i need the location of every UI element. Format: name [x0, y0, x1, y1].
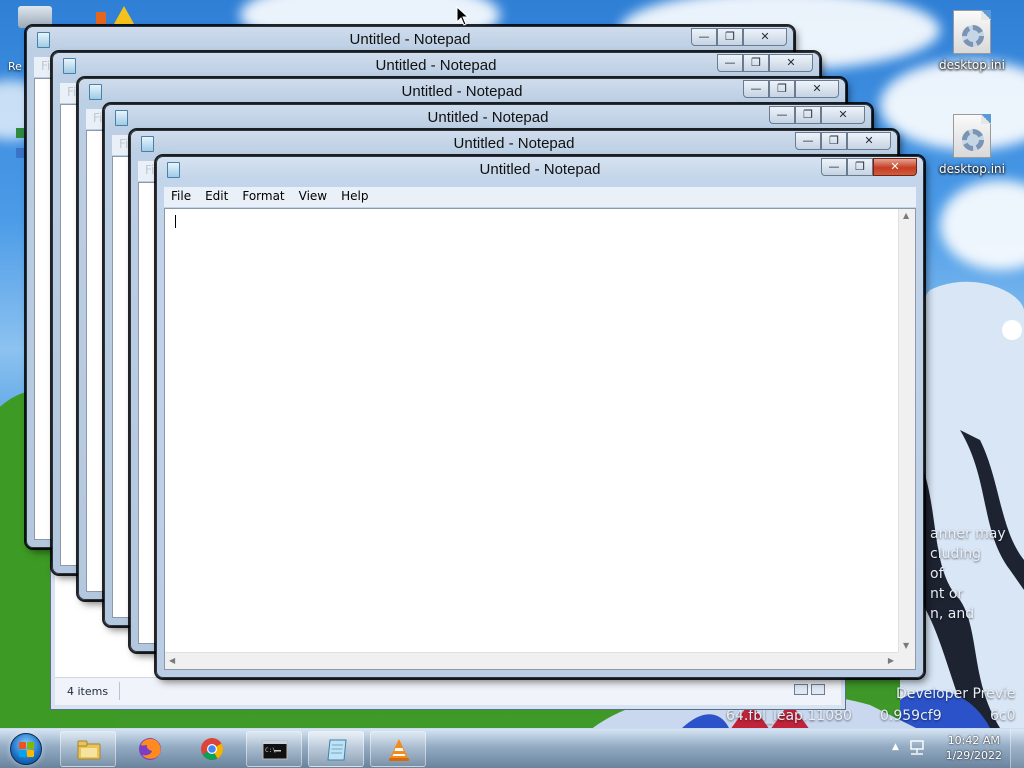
network-icon[interactable]: [908, 739, 926, 757]
show-desktop-button[interactable]: [1010, 729, 1024, 768]
window-title: Untitled - Notepad: [427, 109, 549, 126]
minimize-button[interactable]: —: [691, 28, 717, 46]
maximize-button[interactable]: ❐: [717, 28, 743, 46]
app-shortcut-icon[interactable]: [96, 12, 106, 24]
window-title: Untitled - Notepad: [453, 135, 575, 152]
minimize-button[interactable]: —: [769, 106, 795, 124]
close-button[interactable]: ✕: [795, 80, 839, 98]
recycle-bin-icon[interactable]: [18, 6, 52, 28]
watermark-text: n, and: [930, 606, 975, 622]
taskbar-firefox[interactable]: [122, 731, 178, 767]
taskbar-explorer[interactable]: [60, 731, 116, 767]
text-caret: [175, 215, 176, 228]
taskbar-chrome[interactable]: [184, 731, 240, 767]
desktop: desktop.ini desktop.ini Re anner may clu…: [0, 0, 1024, 728]
watermark-text: 6c0: [990, 708, 1016, 724]
taskbar-notepad[interactable]: [308, 731, 364, 767]
watermark-text: anner may: [930, 526, 1006, 542]
chrome-icon: [201, 738, 223, 760]
scroll-up-icon[interactable]: ▲: [903, 211, 909, 220]
watermark-text: 64.fbl_leap.11080: [726, 708, 852, 724]
watermark-text: nt or: [930, 586, 964, 602]
recycle-bin-label: Re: [8, 60, 22, 73]
watermark-text: Developer Previe: [896, 686, 1016, 702]
taskbar: C:\ ▲ 10:42 AM 1/29/2022: [0, 728, 1024, 768]
minimize-button[interactable]: —: [717, 54, 743, 72]
vlc-shortcut-icon[interactable]: [114, 6, 134, 24]
maximize-button[interactable]: ❐: [795, 106, 821, 124]
menu-edit[interactable]: Edit: [198, 187, 235, 203]
maximize-button[interactable]: ❐: [743, 54, 769, 72]
window-title: Untitled - Notepad: [375, 57, 497, 74]
menu-view[interactable]: View: [292, 187, 334, 203]
view-buttons[interactable]: [791, 684, 827, 698]
desktop-ini-file-icon[interactable]: desktop.ini: [934, 10, 1010, 72]
settings-file-icon: [953, 114, 991, 158]
maximize-button[interactable]: ❐: [821, 132, 847, 150]
minimize-button[interactable]: —: [743, 80, 769, 98]
menu-file[interactable]: File: [164, 187, 198, 203]
menu-help[interactable]: Help: [334, 187, 375, 203]
settings-file-icon: [953, 10, 991, 54]
desktop-icon-label: desktop.ini: [939, 58, 1005, 72]
mouse-cursor-icon: [456, 6, 470, 26]
minimize-button[interactable]: —: [821, 158, 847, 176]
item-count: 4 items: [67, 685, 109, 698]
notepad-icon: [327, 739, 347, 761]
window-title: Untitled - Notepad: [401, 83, 523, 100]
taskbar-vlc[interactable]: [370, 731, 426, 767]
watermark-text: of: [930, 566, 944, 582]
app-shortcut-icon[interactable]: [16, 148, 24, 158]
close-button[interactable]: ✕: [821, 106, 865, 124]
close-button[interactable]: ✕: [847, 132, 891, 150]
cloud: [940, 180, 1024, 270]
show-hidden-icons-button[interactable]: ▲: [892, 742, 899, 752]
menu-format[interactable]: Format: [235, 187, 291, 203]
menu-bar: File Edit Format View Help: [164, 187, 916, 207]
firefox-icon: [139, 738, 161, 760]
details-view-icon[interactable]: [794, 684, 808, 695]
clock-time: 10:42 AM: [947, 734, 1000, 747]
close-button[interactable]: ✕: [743, 28, 787, 46]
window-title: Untitled - Notepad: [349, 31, 471, 48]
watermark-text: cluding: [930, 546, 981, 562]
desktop-ini-file-icon[interactable]: desktop.ini: [934, 114, 1010, 176]
scroll-down-icon[interactable]: ▼: [903, 641, 909, 650]
text-area[interactable]: ▲ ▼ ◀ ▶: [164, 208, 916, 670]
vlc-icon: [389, 739, 409, 761]
minimize-button[interactable]: —: [795, 132, 821, 150]
system-tray: ▲ 10:42 AM 1/29/2022: [884, 729, 1024, 768]
vertical-scrollbar[interactable]: ▲ ▼: [898, 209, 915, 652]
clock[interactable]: 10:42 AM 1/29/2022: [946, 733, 1002, 763]
notepad-window-active[interactable]: Untitled - Notepad — ❐ ✕ File Edit Format V…: [156, 156, 924, 678]
app-shortcut-icon[interactable]: [16, 128, 24, 138]
windows-logo-icon: [10, 733, 42, 765]
watermark-text: 0.959cf9: [880, 708, 942, 724]
scroll-left-icon[interactable]: ◀: [169, 656, 175, 665]
cmd-icon: C:\: [262, 740, 288, 760]
window-title: Untitled - Notepad: [479, 161, 601, 178]
horizontal-scrollbar[interactable]: ◀ ▶: [165, 652, 898, 669]
desktop-icon-label: desktop.ini: [939, 162, 1005, 176]
preview-pane-icon[interactable]: [811, 684, 825, 695]
maximize-button[interactable]: ❐: [769, 80, 795, 98]
close-button[interactable]: ✕: [769, 54, 813, 72]
scroll-right-icon[interactable]: ▶: [888, 656, 894, 665]
maximize-button[interactable]: ❐: [847, 158, 873, 176]
clock-date: 1/29/2022: [945, 749, 1002, 762]
close-button[interactable]: ✕: [873, 158, 917, 176]
taskbar-command-prompt[interactable]: C:\: [246, 731, 302, 767]
resize-grip[interactable]: [898, 652, 915, 669]
folder-icon: [77, 740, 101, 760]
start-button[interactable]: [4, 730, 48, 768]
explorer-status-bar: 4 items: [55, 677, 841, 705]
